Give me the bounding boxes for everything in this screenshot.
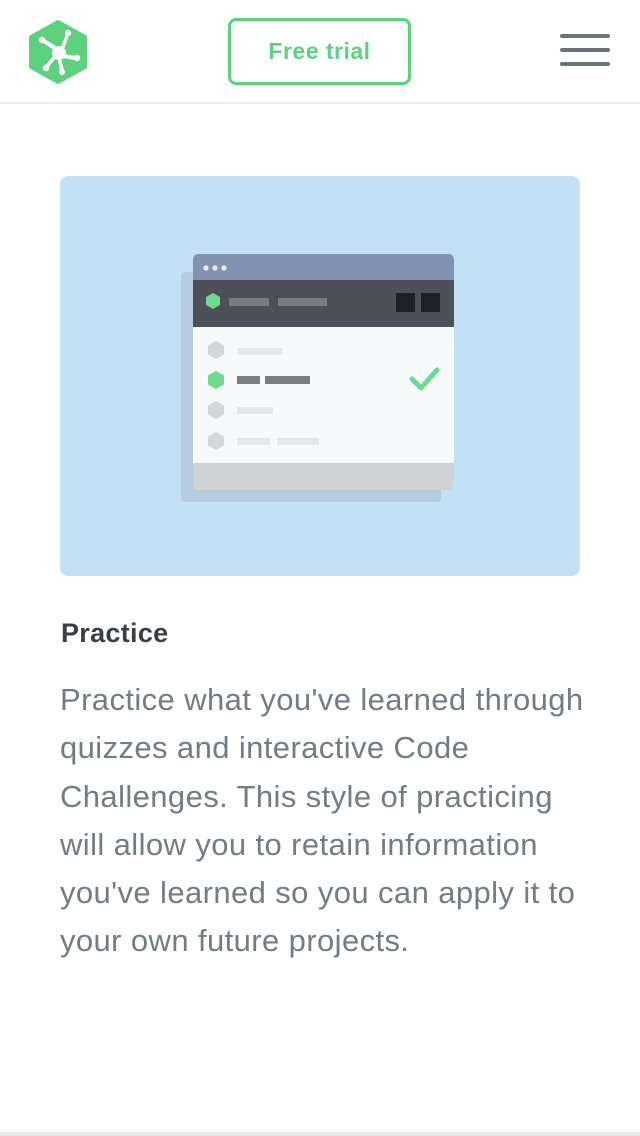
feature-title: Practice <box>61 618 169 648</box>
practice-illustration <box>60 176 580 576</box>
hamburger-menu-icon[interactable] <box>560 34 610 68</box>
treehouse-logo-icon[interactable] <box>28 20 88 84</box>
site-header: Free trial <box>0 0 640 104</box>
feature-description: Practice what you've learned through qui… <box>60 682 584 959</box>
page-bottom-divider <box>0 1132 640 1136</box>
free-trial-button[interactable]: Free trial <box>228 18 411 85</box>
code-challenge-window-illustration <box>181 254 454 502</box>
